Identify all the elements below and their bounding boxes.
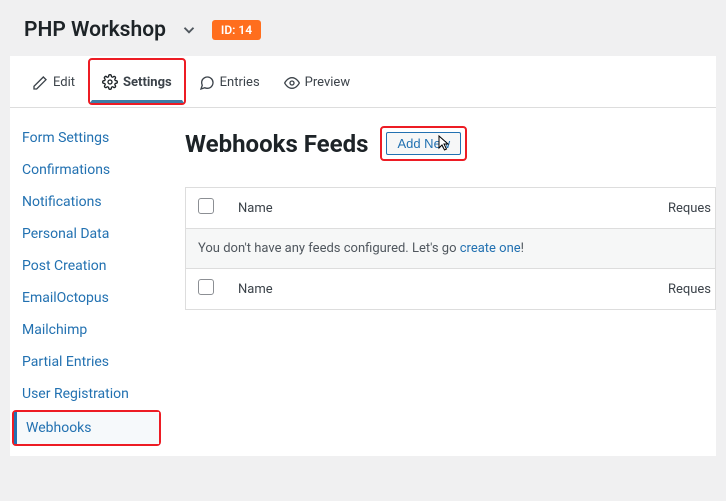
sidebar-item-form-settings[interactable]: Form Settings — [10, 122, 165, 154]
tabs: Edit Settings Entries Preview — [10, 56, 716, 108]
main-panel: Webhooks Feeds Add New Name Reques — [165, 108, 716, 456]
gears-icon — [102, 74, 118, 90]
speech-bubble-icon — [199, 75, 215, 91]
tab-label: Preview — [305, 75, 350, 90]
empty-text: You don't have any feeds configured. Let… — [198, 241, 460, 256]
tab-edit[interactable]: Edit — [20, 56, 87, 107]
chevron-down-icon[interactable] — [180, 21, 198, 39]
sidebar-item-user-registration[interactable]: User Registration — [10, 378, 165, 410]
select-all-header — [186, 188, 227, 229]
column-request-footer[interactable]: Reques — [469, 269, 716, 310]
sidebar-item-confirmations[interactable]: Confirmations — [10, 154, 165, 186]
tab-preview[interactable]: Preview — [272, 56, 362, 107]
select-all-footer — [186, 269, 227, 310]
empty-suffix: ! — [521, 241, 524, 256]
highlight-box: Webhooks — [12, 410, 161, 446]
select-all-checkbox[interactable] — [198, 198, 214, 214]
tab-label: Settings — [123, 75, 172, 90]
highlight-box: Add New — [380, 126, 467, 161]
column-request[interactable]: Reques — [469, 188, 716, 229]
sidebar-item-partial-entries[interactable]: Partial Entries — [10, 346, 165, 378]
pencil-icon — [32, 75, 48, 91]
sidebar-item-emailoctopus[interactable]: EmailOctopus — [10, 282, 165, 314]
sidebar-item-post-creation[interactable]: Post Creation — [10, 250, 165, 282]
tab-entries[interactable]: Entries — [187, 56, 272, 107]
settings-sidebar: Form Settings Confirmations Notification… — [10, 108, 165, 456]
sidebar-item-personal-data[interactable]: Personal Data — [10, 218, 165, 250]
sidebar-item-mailchimp[interactable]: Mailchimp — [10, 314, 165, 346]
empty-row: You don't have any feeds configured. Let… — [186, 229, 716, 269]
cursor-icon — [438, 135, 452, 151]
page-title: PHP Workshop — [24, 18, 166, 42]
sidebar-item-webhooks[interactable]: Webhooks — [14, 412, 159, 444]
column-name[interactable]: Name — [226, 188, 469, 229]
sidebar-item-notifications[interactable]: Notifications — [10, 186, 165, 218]
tab-label: Edit — [53, 75, 75, 90]
select-all-checkbox-footer[interactable] — [198, 279, 214, 295]
add-new-button[interactable]: Add New — [386, 132, 461, 155]
eye-icon — [284, 75, 300, 91]
id-badge: ID: 14 — [212, 20, 261, 40]
tab-settings[interactable]: Settings — [90, 60, 184, 103]
tab-label: Entries — [220, 75, 260, 90]
create-one-link[interactable]: create one — [460, 241, 521, 256]
main-title: Webhooks Feeds — [185, 130, 368, 158]
column-name-footer[interactable]: Name — [226, 269, 469, 310]
highlight-box: Settings — [88, 58, 186, 105]
feeds-table: Name Reques You don't have any feeds con… — [185, 187, 716, 310]
